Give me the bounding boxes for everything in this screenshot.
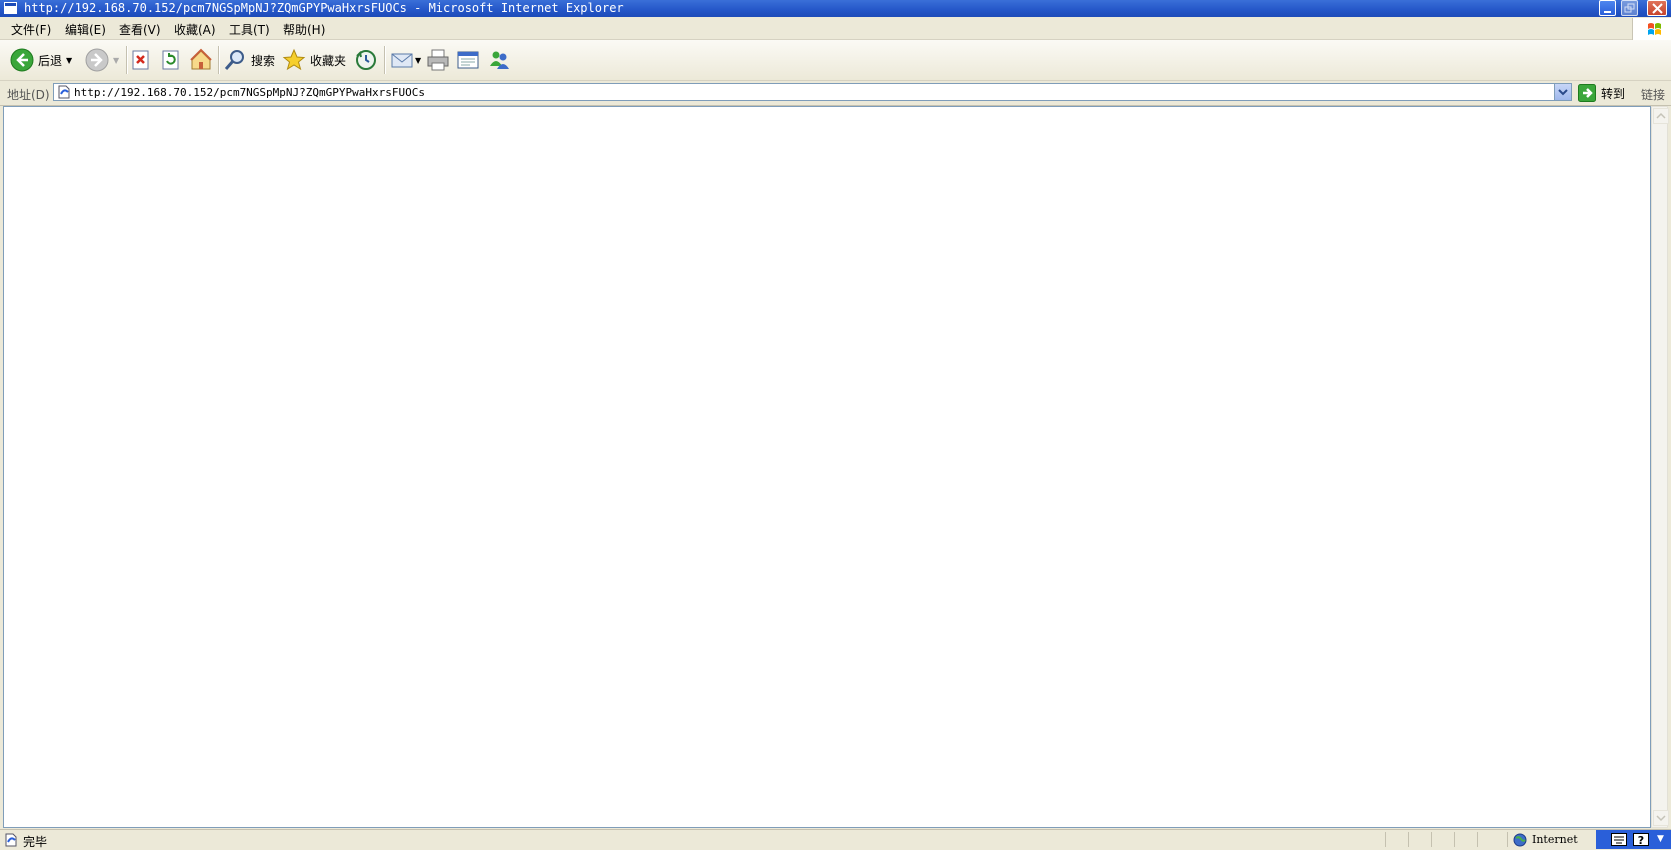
toolbar-separator xyxy=(384,46,386,74)
history-button[interactable] xyxy=(354,48,378,72)
home-button[interactable] xyxy=(189,48,213,72)
system-tray: ? ▼ xyxy=(1596,830,1671,849)
globe-icon xyxy=(1513,833,1527,847)
mail-icon xyxy=(391,53,413,68)
status-pane xyxy=(1431,832,1454,847)
mail-dropdown-icon[interactable]: ▼ xyxy=(415,56,421,65)
minimize-button[interactable] xyxy=(1599,0,1616,16)
search-label: 搜索 xyxy=(251,53,276,68)
forward-arrow-icon xyxy=(85,48,109,72)
go-button[interactable]: 转到 xyxy=(1578,84,1625,102)
status-pane xyxy=(1477,832,1506,847)
windows-logo xyxy=(1632,18,1671,40)
address-input[interactable] xyxy=(74,84,1544,100)
favorites-button[interactable]: 收藏夹 xyxy=(282,48,346,72)
address-label: 地址(D) xyxy=(7,88,50,102)
menu-favorites[interactable]: 收藏(A) xyxy=(174,21,216,38)
edit-button[interactable] xyxy=(456,48,480,72)
toolbar-separator xyxy=(126,46,128,74)
scroll-up-button[interactable] xyxy=(1653,108,1669,124)
status-pane xyxy=(1385,832,1408,847)
security-zone-label: Internet xyxy=(1532,833,1578,846)
windows-flag-icon xyxy=(1648,23,1661,35)
close-button[interactable] xyxy=(1647,0,1667,16)
title-bar[interactable]: http://192.168.70.152/pcm7NGSpMpNJ?ZQmGP… xyxy=(0,0,1671,17)
menu-file[interactable]: 文件(F) xyxy=(11,21,51,38)
status-text: 完毕 xyxy=(23,835,48,849)
menu-bar: 文件(F) 编辑(E) 查看(V) 收藏(A) 工具(T) 帮助(H) xyxy=(0,17,1671,40)
ie-page-icon xyxy=(58,85,70,99)
go-label: 转到 xyxy=(1601,86,1626,101)
messenger-icon xyxy=(490,51,509,69)
back-button[interactable]: 后退 ▼ xyxy=(10,48,72,72)
address-dropdown-button[interactable] xyxy=(1554,84,1571,100)
address-field[interactable] xyxy=(53,83,1572,101)
status-bar: 完毕 Internet ? ▼ xyxy=(0,829,1671,849)
print-icon xyxy=(427,49,449,71)
favorites-label: 收藏夹 xyxy=(310,53,347,68)
chevron-down-icon xyxy=(1558,89,1568,96)
menu-help[interactable]: 帮助(H) xyxy=(283,21,325,38)
menu-edit[interactable]: 编辑(E) xyxy=(65,21,106,38)
forward-button[interactable]: ▼ xyxy=(85,48,119,72)
history-icon xyxy=(356,50,376,70)
stop-button[interactable] xyxy=(130,48,152,72)
go-arrow-icon xyxy=(1578,84,1596,102)
address-bar: 地址(D) 转到 链接 xyxy=(0,81,1671,106)
menu-tools[interactable]: 工具(T) xyxy=(229,21,270,38)
status-pane xyxy=(1408,832,1431,847)
back-dropdown-icon[interactable]: ▼ xyxy=(66,56,72,65)
home-icon xyxy=(190,48,212,70)
favorites-star-icon xyxy=(282,48,306,71)
refresh-icon xyxy=(162,50,179,70)
standard-toolbar: 后退 ▼ ▼ 搜索 收藏夹 ▼ xyxy=(0,40,1671,81)
tray-menu-icon[interactable]: ▼ xyxy=(1657,834,1664,844)
window-title: http://192.168.70.152/pcm7NGSpMpNJ?ZQmGP… xyxy=(24,1,624,15)
help-icon[interactable]: ? xyxy=(1633,833,1649,846)
mail-button[interactable]: ▼ xyxy=(390,48,421,72)
search-button[interactable]: 搜索 xyxy=(223,48,275,72)
chevron-down-icon xyxy=(1656,815,1666,822)
edit-icon xyxy=(457,51,479,69)
search-magnifier-icon xyxy=(224,50,244,70)
svg-text:?: ? xyxy=(1638,834,1644,846)
status-pane xyxy=(1454,832,1477,847)
window-icon[interactable] xyxy=(4,2,17,14)
toolbar-separator xyxy=(218,46,220,74)
scroll-down-button[interactable] xyxy=(1653,810,1669,826)
print-button[interactable] xyxy=(426,48,450,72)
refresh-button[interactable] xyxy=(160,48,182,72)
back-arrow-icon xyxy=(10,48,34,72)
ie-page-icon xyxy=(5,833,17,847)
page-content[interactable] xyxy=(3,106,1651,828)
links-button[interactable]: 链接 xyxy=(1641,86,1665,103)
chevron-up-icon xyxy=(1656,112,1666,119)
vertical-scrollbar[interactable] xyxy=(1651,106,1669,828)
menu-view[interactable]: 查看(V) xyxy=(119,21,161,38)
messenger-button[interactable] xyxy=(487,48,511,72)
back-label: 后退 xyxy=(38,53,63,68)
maximize-button[interactable] xyxy=(1621,0,1638,16)
forward-dropdown-icon[interactable]: ▼ xyxy=(113,56,119,65)
stop-icon xyxy=(132,50,149,70)
keyboard-icon[interactable] xyxy=(1611,833,1627,846)
